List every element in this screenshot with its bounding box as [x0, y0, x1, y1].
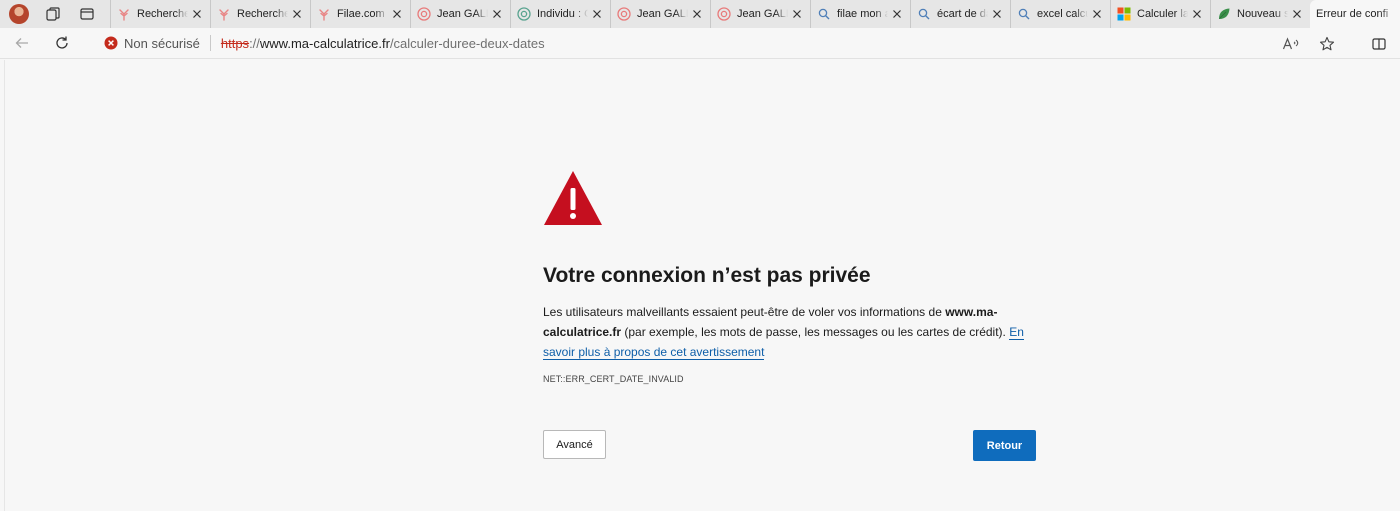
filae-tree-icon — [317, 7, 331, 21]
close-icon[interactable] — [790, 7, 804, 21]
read-aloud-button[interactable] — [1280, 33, 1302, 55]
tab-title: Jean GALLE — [437, 8, 488, 20]
tab[interactable]: Jean GALLE — [610, 0, 710, 28]
tab-strip: Recherche Recherche Filae.com - Jean GALLE I… — [0, 0, 1400, 28]
tab-title: Jean GALLE — [737, 8, 788, 20]
page-title: Votre connexion n’est pas privée — [543, 264, 871, 287]
url-scheme: https — [220, 35, 250, 51]
close-icon[interactable] — [590, 7, 604, 21]
tab[interactable]: Jean GALLE — [710, 0, 810, 28]
workspaces-icon — [46, 7, 60, 21]
tab-title: Nouveau su — [1237, 8, 1288, 20]
url-separator: :// — [249, 35, 260, 51]
avatar — [9, 4, 29, 24]
tab[interactable]: écart de da — [910, 0, 1010, 28]
close-icon[interactable] — [1290, 7, 1304, 21]
toolbar-right — [1280, 28, 1390, 59]
close-icon[interactable] — [1090, 7, 1104, 21]
refresh-icon — [56, 36, 68, 49]
address-toolbar: Non sécurisé https://www.ma-calculatrice… — [0, 28, 1400, 59]
error-page: Votre connexion n’est pas privée Les uti… — [4, 60, 1400, 511]
tab-title: Individu : G — [537, 8, 588, 20]
tab[interactable]: Individu : G — [510, 0, 610, 28]
tab-title: Erreur de confi — [1316, 8, 1389, 20]
star-icon — [1319, 36, 1335, 50]
url-host: www.ma-calculatrice.fr — [259, 35, 390, 51]
favorite-button[interactable] — [1316, 33, 1338, 55]
close-icon[interactable] — [290, 7, 304, 21]
tab-title: filae mon a — [837, 8, 888, 20]
search-icon — [1017, 7, 1031, 21]
tab-title: Recherche — [137, 8, 188, 20]
split-screen-button[interactable] — [1368, 33, 1390, 55]
close-icon[interactable] — [390, 7, 404, 21]
tab-title: Jean GALLE — [637, 8, 688, 20]
tab-list: Recherche Recherche Filae.com - Jean GALLE I… — [110, 0, 1400, 28]
tab[interactable]: Jean GALLE — [410, 0, 510, 28]
search-icon — [817, 7, 831, 21]
close-icon[interactable] — [990, 7, 1004, 21]
description-text: Les utilisateurs malveillants essaient p… — [543, 305, 946, 319]
tab-title: Recherche — [237, 8, 288, 20]
tab[interactable]: filae mon a — [810, 0, 910, 28]
tab[interactable]: Calculer la — [1110, 0, 1210, 28]
split-screen-icon — [1372, 37, 1386, 50]
url-field[interactable]: https://www.ma-calculatrice.fr/calculer-… — [221, 36, 545, 51]
geneanet-icon — [417, 7, 431, 21]
geneanet-icon — [717, 7, 731, 21]
tab-actions-button[interactable] — [70, 0, 104, 28]
close-icon[interactable] — [190, 7, 204, 21]
address-divider — [209, 35, 211, 51]
arrow-left-icon — [15, 38, 28, 48]
close-icon[interactable] — [1190, 7, 1204, 21]
tab[interactable]: Recherche — [110, 0, 210, 28]
read-aloud-icon — [1282, 36, 1299, 49]
error-code: NET::ERR_CERT_DATE_INVALID — [543, 374, 684, 384]
tab[interactable]: Filae.com - — [310, 0, 410, 28]
tab-title: écart de da — [937, 8, 988, 20]
tab-title: Calculer la — [1137, 8, 1188, 20]
leaf-icon — [1217, 7, 1231, 21]
geneanet-green-icon — [517, 7, 531, 21]
url-path: /calculer-duree-deux-dates — [389, 35, 545, 51]
close-icon[interactable] — [490, 7, 504, 21]
tab-title: Filae.com - — [337, 8, 388, 20]
geneanet-icon — [617, 7, 631, 21]
vertical-tabs-icon — [80, 8, 94, 20]
search-icon — [917, 7, 931, 21]
insecure-icon — [104, 36, 118, 50]
workspaces-button[interactable] — [36, 0, 70, 28]
tab-title: excel calcul — [1037, 8, 1088, 20]
microsoft-icon — [1117, 7, 1131, 21]
close-icon[interactable] — [890, 7, 904, 21]
back-button[interactable]: Retour — [973, 430, 1036, 461]
back-nav-button[interactable] — [6, 29, 38, 57]
tab[interactable]: Recherche — [210, 0, 310, 28]
tab-active[interactable]: Erreur de confi — [1310, 0, 1400, 28]
security-label: Non sécurisé — [124, 35, 200, 51]
warning-triangle-icon — [544, 171, 602, 225]
tab[interactable]: excel calcul — [1010, 0, 1110, 28]
advanced-button[interactable]: Avancé — [543, 430, 606, 459]
description-text-2: (par exemple, les mots de passe, les mes… — [621, 325, 1010, 339]
refresh-button[interactable] — [46, 29, 78, 57]
site-info-button[interactable]: Non sécurisé — [104, 36, 200, 51]
filae-tree-icon — [217, 7, 231, 21]
profile-button[interactable] — [2, 0, 36, 28]
filae-tree-icon — [117, 7, 131, 21]
tab[interactable]: Nouveau su — [1210, 0, 1310, 28]
close-icon[interactable] — [690, 7, 704, 21]
error-description: Les utilisateurs malveillants essaient p… — [543, 302, 1029, 362]
